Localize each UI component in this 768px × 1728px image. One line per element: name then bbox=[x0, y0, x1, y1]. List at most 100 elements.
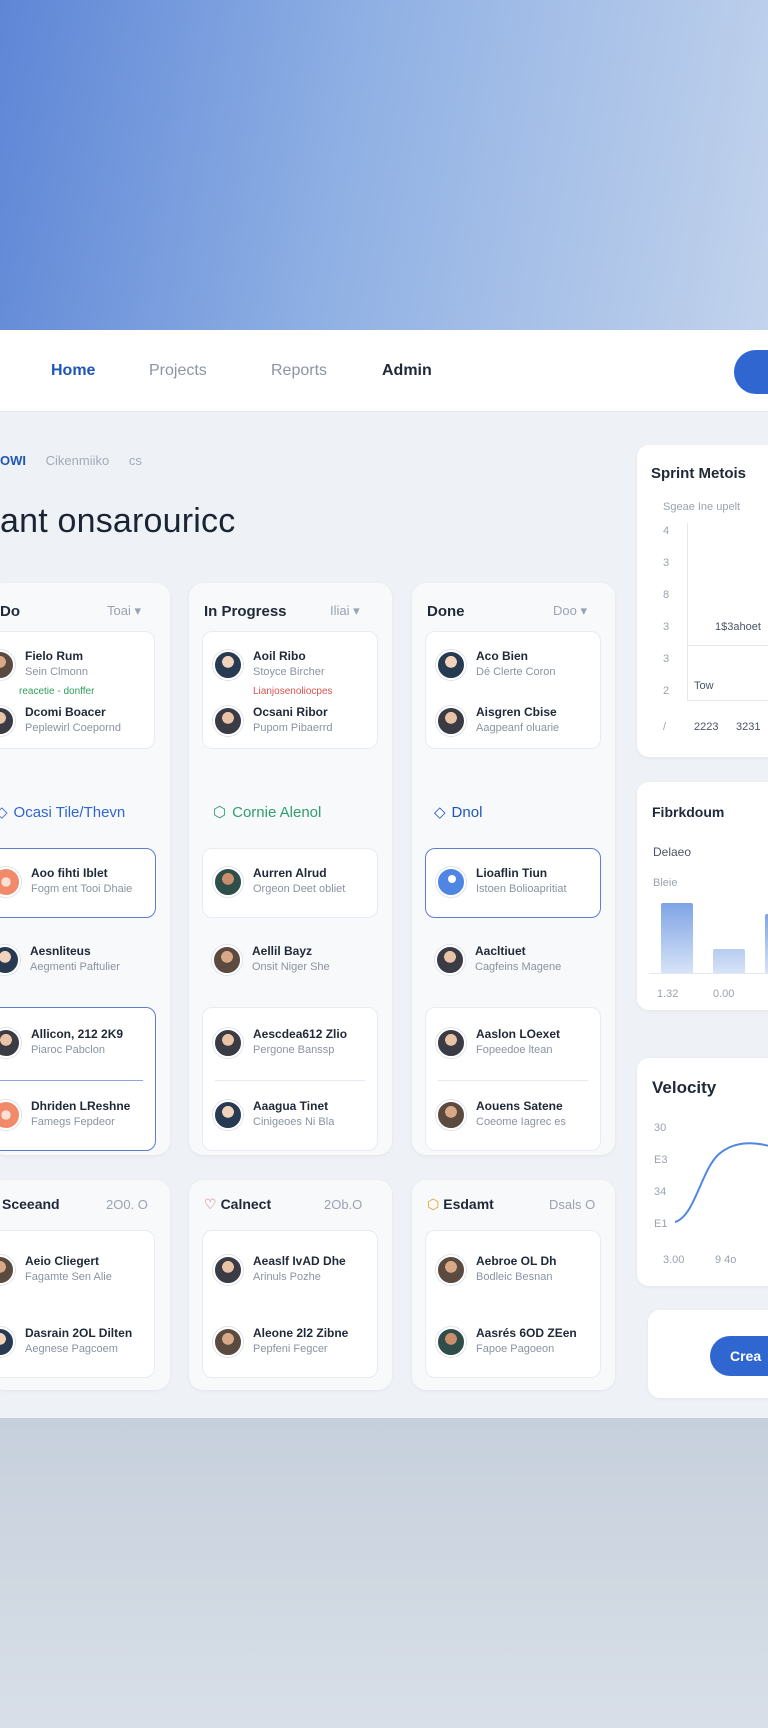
task-item[interactable]: Aescdea612 Zlio Pergone Banssp bbox=[213, 1024, 403, 1068]
divider bbox=[438, 1080, 588, 1081]
task-name: Allicon, 212 2K9 bbox=[31, 1027, 124, 1041]
avatar bbox=[0, 1028, 21, 1058]
group-count: 2O0. O bbox=[106, 1197, 148, 1212]
task-item[interactable]: Aacltiuet Cagfeins Magene bbox=[435, 941, 625, 985]
section-header[interactable]: ⬡ Cornie Alenol bbox=[213, 803, 321, 821]
breadcrumb-item[interactable]: Cikenmiiko bbox=[46, 453, 110, 468]
person-card[interactable]: Aisgren Cbise Aagpeanf oluarie bbox=[436, 702, 626, 746]
task-owner: Cagfeins Magene bbox=[475, 961, 562, 973]
task-item[interactable]: Aaslon LOexet Fopeedoe ltean bbox=[436, 1024, 626, 1068]
section-title: Ocasi Tile/Thevn bbox=[13, 804, 126, 821]
person-name: Aebroe OL Dh bbox=[476, 1254, 557, 1268]
avatar bbox=[213, 1028, 243, 1058]
task-owner: Fogm ent Tooi Dhaie bbox=[31, 883, 133, 895]
person-role: Aagpeanf oluarie bbox=[476, 722, 560, 734]
column-filter-dropdown[interactable]: Iliai ▾ bbox=[330, 603, 360, 619]
person-card[interactable]: Aeio Cliegert Fagamte Sen Alie bbox=[0, 1251, 175, 1295]
breakdown-bar bbox=[661, 903, 693, 973]
avatar bbox=[213, 1100, 243, 1130]
y-tick-label: E3 bbox=[654, 1154, 668, 1166]
person-name: Dasrain 2OL Dilten bbox=[25, 1326, 133, 1340]
person-card[interactable]: Dasrain 2OL Dilten Aegnese Pagcoem bbox=[0, 1323, 175, 1367]
task-group-panel: Aaslon LOexet Fopeedoe ltean Aouens Sate… bbox=[425, 1007, 601, 1151]
group-title: Sceeand bbox=[2, 1196, 60, 1212]
section-header[interactable]: ◇ Ocasi Tile/Thevn bbox=[0, 803, 125, 821]
person-card[interactable]: Dcomi Boacer Peplewirl Coepornd bbox=[0, 702, 175, 746]
diamond-icon: ◇ bbox=[434, 804, 446, 821]
person-name: Aasrés 6OD ZEen bbox=[476, 1326, 577, 1340]
avatar bbox=[0, 1100, 21, 1130]
task-owner: Cinigeoes Ni Bla bbox=[253, 1116, 335, 1128]
task-tile-selected[interactable]: Lioaflin Tiun Istoen Bolioapritiat bbox=[425, 848, 601, 918]
x-tick-label: 2223 bbox=[694, 721, 719, 733]
task-name: Aoo fihti Iblet bbox=[31, 866, 108, 880]
diamond-icon: ◇ bbox=[0, 804, 8, 821]
person-card[interactable]: Aeaslf IvAD Dhe Arinuls Pozhe bbox=[213, 1251, 403, 1295]
person-role: Arinuls Pozhe bbox=[253, 1271, 321, 1283]
task-owner: Onsit Niger She bbox=[252, 961, 330, 973]
avatar bbox=[213, 867, 243, 897]
person-name: Dcomi Boacer bbox=[25, 705, 106, 719]
y-tick-label: 3 bbox=[663, 557, 670, 569]
group-count: 2Ob.O bbox=[324, 1197, 363, 1212]
task-owner: Istoen Bolioapritiat bbox=[476, 883, 567, 895]
avatar bbox=[0, 945, 20, 975]
person-card[interactable]: Aebroe OL Dh Bodleic Besnan bbox=[436, 1251, 626, 1295]
breadcrumb-current[interactable]: OWI bbox=[0, 453, 26, 468]
person-card[interactable]: Fielo Rum Sein Clmonn bbox=[0, 646, 175, 690]
card-title: Velocity bbox=[652, 1078, 717, 1097]
task-item[interactable]: Aellil Bayz Onsit Niger She bbox=[212, 941, 402, 985]
section-header[interactable]: ◇ Dnol bbox=[434, 803, 482, 821]
person-role: Peplewirl Coepornd bbox=[25, 722, 121, 734]
task-item[interactable]: Allicon, 212 2K9 Piaroc Pabclon bbox=[0, 1024, 181, 1068]
person-name: Aleone 2l2 Zibne bbox=[253, 1326, 349, 1340]
person-name: Aoil Ribo bbox=[253, 649, 306, 663]
person-card[interactable]: Aoil Ribo Stoyce Bircher bbox=[213, 646, 403, 690]
nav-home-link[interactable]: Home bbox=[51, 362, 95, 380]
nav-projects-link[interactable]: Projects bbox=[149, 362, 207, 380]
status-tag: reacetie - donffer bbox=[19, 686, 95, 697]
create-button[interactable]: Crea bbox=[710, 1336, 768, 1376]
task-owner: Orgeon Deet obliet bbox=[253, 883, 346, 895]
y-tick-label: E1 bbox=[654, 1218, 668, 1230]
person-card[interactable]: Aasrés 6OD ZEen Fapoe Pagoeon bbox=[436, 1323, 626, 1367]
board-group-card: ⬡ Esdamt Dsals O Aebroe OL Dh Bodleic Bes… bbox=[412, 1180, 615, 1390]
task-item[interactable]: Aesnliteus Aegmenti Paftulier bbox=[0, 941, 180, 985]
bar-chart bbox=[649, 900, 768, 978]
x-tick-label: 3.00 bbox=[663, 1254, 685, 1266]
task-owner: Piaroc Pabclon bbox=[31, 1044, 105, 1056]
nav-reports-link[interactable]: Reports bbox=[271, 362, 327, 380]
person-name: Aco Bien bbox=[476, 649, 529, 663]
person-role: Sein Clmonn bbox=[25, 666, 88, 678]
board-column-done: Done Doo ▾ Aco Bien Dé Clerte Coron Aisg… bbox=[412, 583, 615, 1155]
board-column-todo: Do Toai ▾ Fielo Rum Sein Clmonn reacetie… bbox=[0, 583, 170, 1155]
legend-label: Delaeo bbox=[653, 845, 692, 859]
person-card[interactable]: Aleone 2l2 Zibne Pepfeni Fegcer bbox=[213, 1323, 403, 1367]
task-tile[interactable]: Aurren Alrud Orgeon Deet obliet bbox=[202, 848, 378, 918]
column-filter-dropdown[interactable]: Doo ▾ bbox=[553, 603, 587, 619]
group-title: ⬡ Esdamt bbox=[427, 1196, 494, 1213]
hexagon-icon: ⬡ bbox=[213, 804, 227, 821]
nav-admin-link[interactable]: Admin bbox=[382, 362, 432, 380]
task-owner: Fopeedoe ltean bbox=[476, 1044, 553, 1056]
person-card[interactable]: Aco Bien Dé Clerte Coron bbox=[436, 646, 626, 690]
task-item[interactable]: Dhriden LReshne Famegs Fepdeor bbox=[0, 1096, 181, 1140]
person-role: Fapoe Pagoeon bbox=[476, 1343, 555, 1355]
person-name: Fielo Rum bbox=[25, 649, 84, 663]
task-owner: Famegs Fepdeor bbox=[31, 1116, 115, 1128]
chart-region bbox=[687, 645, 768, 701]
task-item[interactable]: Aaagua Tinet Cinigeoes Ni Bla bbox=[213, 1096, 403, 1140]
board-group-card: Sceeand 2O0. O Aeio Cliegert Fagamte Sen… bbox=[0, 1180, 170, 1390]
primary-action-button[interactable] bbox=[734, 350, 768, 394]
avatar bbox=[436, 867, 466, 897]
person-role: Pepfeni Fegcer bbox=[253, 1343, 328, 1355]
column-filter-dropdown[interactable]: Toai ▾ bbox=[107, 603, 141, 619]
x-tick-label: 0.00 bbox=[713, 988, 735, 1000]
avatar bbox=[0, 867, 21, 897]
avatar bbox=[0, 650, 15, 680]
group-title: ♡ Calnect bbox=[204, 1196, 271, 1213]
task-item[interactable]: Aouens Satene Coeome Iagrec es bbox=[436, 1096, 626, 1140]
page-title: ant onsarouricc bbox=[0, 502, 236, 540]
task-tile-selected[interactable]: Aoo fihti Iblet Fogm ent Tooi Dhaie bbox=[0, 848, 156, 918]
person-card[interactable]: Ocsani Ribor Pupom Pibaerrd bbox=[213, 702, 403, 746]
